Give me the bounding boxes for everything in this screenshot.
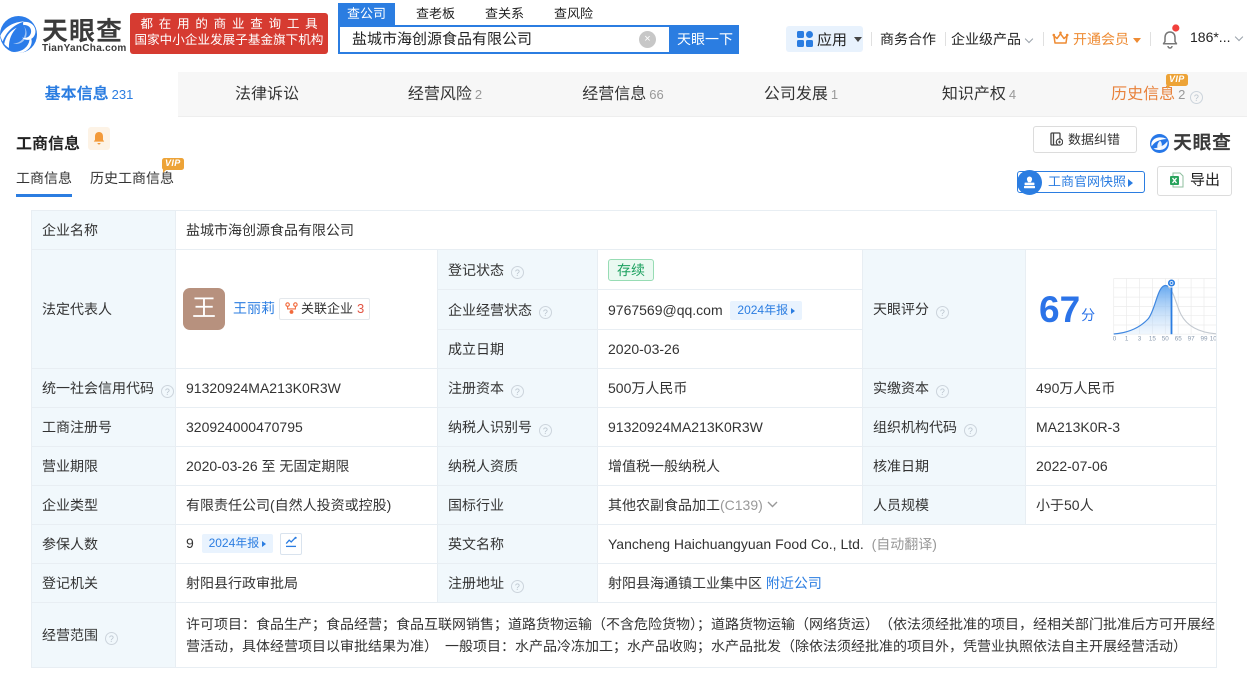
svg-text:65: 65 (1175, 336, 1183, 343)
svg-text:97: 97 (1188, 336, 1196, 343)
svg-text:99: 99 (1200, 336, 1208, 343)
svg-text:3: 3 (1138, 336, 1142, 343)
svg-text:50: 50 (1162, 336, 1170, 343)
svg-text:100: 100 (1210, 336, 1217, 343)
svg-text:1: 1 (1125, 336, 1129, 343)
svg-text:15: 15 (1149, 336, 1157, 343)
svg-text:0: 0 (1113, 336, 1117, 343)
